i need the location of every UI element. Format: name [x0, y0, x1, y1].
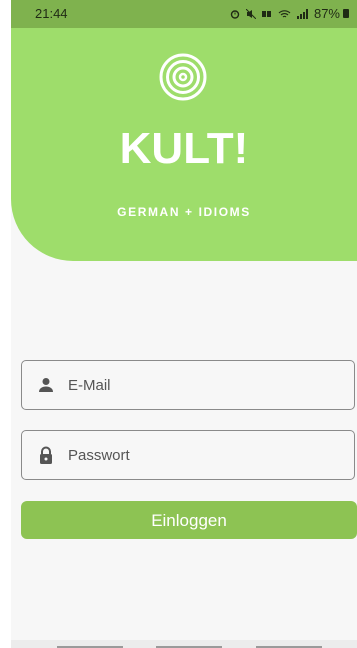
password-input[interactable] [68, 431, 338, 479]
wifi-icon [278, 9, 291, 17]
app-title: KULT! [119, 124, 249, 173]
target-rings-icon [159, 53, 207, 101]
password-field[interactable] [21, 430, 355, 480]
alarm-icon [230, 9, 240, 19]
signal-icon [296, 8, 308, 19]
battery-level: 87% [313, 6, 340, 21]
data-icon [261, 10, 271, 17]
battery-indicator: 87% [314, 6, 349, 21]
email-input[interactable] [68, 361, 338, 409]
navigation-bar [11, 640, 357, 648]
header-banner: KULT! GERMAN + IDIOMS [11, 28, 357, 261]
battery-icon [343, 9, 349, 18]
lock-icon [40, 446, 52, 464]
person-icon [39, 378, 53, 392]
app-subtitle: GERMAN + IDIOMS [117, 205, 251, 219]
status-time: 21:44 [35, 6, 68, 21]
login-button[interactable]: Einloggen [21, 501, 357, 539]
login-screen: 21:44 87% KULT! GERMAN + IDIOMS E-Mail E… [11, 0, 357, 648]
status-icons: 87% [230, 6, 349, 21]
email-field[interactable] [21, 360, 355, 410]
mute-icon [245, 8, 256, 19]
status-bar: 21:44 87% [11, 0, 357, 28]
